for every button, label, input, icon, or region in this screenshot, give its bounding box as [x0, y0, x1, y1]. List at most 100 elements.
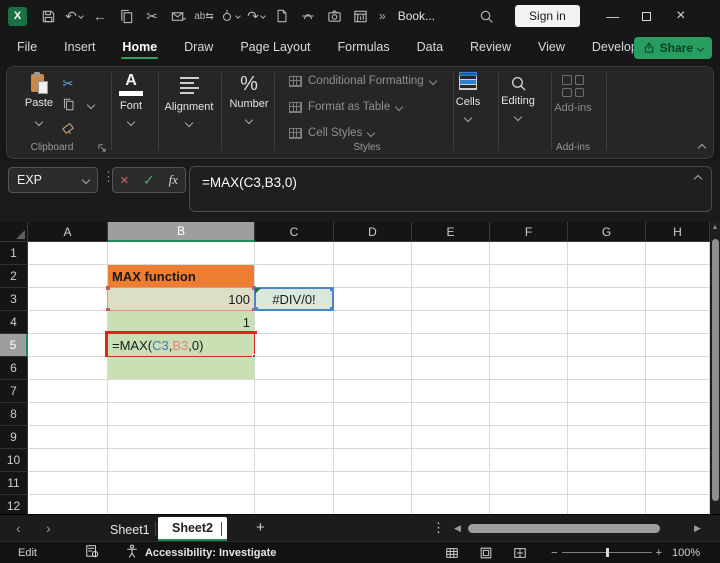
cell-G1[interactable]: [568, 242, 646, 265]
cell-G4[interactable]: [568, 311, 646, 334]
column-header-F[interactable]: F: [490, 222, 568, 242]
cell-D8[interactable]: [334, 403, 412, 426]
tab-home[interactable]: Home: [121, 36, 158, 61]
row-header-10[interactable]: 10: [0, 449, 28, 472]
cell-A1[interactable]: [28, 242, 108, 265]
tab-page-layout[interactable]: Page Layout: [239, 36, 311, 61]
add-sheet-button[interactable]: +: [256, 519, 265, 536]
sign-in-button[interactable]: Sign in: [515, 5, 580, 27]
format-painter-icon[interactable]: [59, 119, 77, 137]
column-header-A[interactable]: A: [28, 222, 108, 242]
name-box-chevron[interactable]: [81, 175, 91, 185]
cell-B4[interactable]: 1: [108, 311, 255, 334]
enter-icon[interactable]: ✓: [143, 172, 155, 189]
cell-G8[interactable]: [568, 403, 646, 426]
undo-icon[interactable]: ↶: [61, 3, 87, 29]
cell-E1[interactable]: [412, 242, 490, 265]
cell-F4[interactable]: [490, 311, 568, 334]
row-header-5[interactable]: 5: [0, 334, 28, 357]
cell-E4[interactable]: [412, 311, 490, 334]
cell-F7[interactable]: [490, 380, 568, 403]
cell-G3[interactable]: [568, 288, 646, 311]
column-header-H[interactable]: H: [646, 222, 710, 242]
cell-D3[interactable]: [334, 288, 412, 311]
new-document-icon[interactable]: [269, 3, 295, 29]
hscroll-right-arrow[interactable]: ▶: [694, 523, 701, 534]
cell-B2[interactable]: MAX function: [108, 265, 255, 288]
zoom-level[interactable]: 100%: [672, 547, 706, 559]
cell-G5[interactable]: [568, 334, 646, 357]
tab-data[interactable]: Data: [416, 36, 444, 61]
redo-icon[interactable]: ↷: [243, 3, 269, 29]
cell-E11[interactable]: [412, 472, 490, 495]
tab-view[interactable]: View: [537, 36, 566, 61]
cell-D4[interactable]: [334, 311, 412, 334]
hscroll-left-arrow[interactable]: ◀: [454, 523, 461, 534]
sheet-tab-sheet2[interactable]: Sheet2: [158, 517, 227, 542]
cell-C6[interactable]: [255, 357, 334, 380]
cell-F11[interactable]: [490, 472, 568, 495]
tab-review[interactable]: Review: [469, 36, 512, 61]
cell-A8[interactable]: [28, 403, 108, 426]
accessibility-icon[interactable]: [125, 544, 139, 561]
row-header-2[interactable]: 2: [0, 265, 28, 288]
cell-F6[interactable]: [490, 357, 568, 380]
name-box[interactable]: EXP: [8, 167, 98, 193]
back-arrow-icon[interactable]: ←: [87, 3, 113, 29]
cell-A4[interactable]: [28, 311, 108, 334]
vertical-scrollbar[interactable]: ▲: [710, 222, 720, 514]
cell-E8[interactable]: [412, 403, 490, 426]
touch-mode-icon[interactable]: [217, 3, 243, 29]
cell-D11[interactable]: [334, 472, 412, 495]
column-header-C[interactable]: C: [255, 222, 334, 242]
cell-H5[interactable]: [646, 334, 710, 357]
cell-C1[interactable]: [255, 242, 334, 265]
cell-E7[interactable]: [412, 380, 490, 403]
workbook-statistics-icon[interactable]: [347, 3, 373, 29]
cell-C5[interactable]: [255, 334, 334, 357]
cell-C4[interactable]: [255, 311, 334, 334]
mail-send-icon[interactable]: [165, 3, 191, 29]
cell-E10[interactable]: [412, 449, 490, 472]
cell-D5[interactable]: [334, 334, 412, 357]
row-header-7[interactable]: 7: [0, 380, 28, 403]
cell-F1[interactable]: [490, 242, 568, 265]
cell-E2[interactable]: [412, 265, 490, 288]
sheet-nav-prev-icon[interactable]: ‹: [16, 520, 21, 536]
cell-D10[interactable]: [334, 449, 412, 472]
cell-A6[interactable]: [28, 357, 108, 380]
draw-strike-icon[interactable]: [295, 3, 321, 29]
maximize-button[interactable]: [630, 3, 664, 29]
cell-H8[interactable]: [646, 403, 710, 426]
scroll-up-arrow[interactable]: ▲: [710, 224, 720, 231]
cell-G2[interactable]: [568, 265, 646, 288]
cell-E5[interactable]: [412, 334, 490, 357]
paste-button[interactable]: Paste: [21, 72, 57, 130]
cut-icon[interactable]: ✂: [139, 3, 165, 29]
toolbar-overflow[interactable]: »: [379, 9, 386, 23]
row-header-1[interactable]: 1: [0, 242, 28, 265]
cell-H9[interactable]: [646, 426, 710, 449]
tab-file[interactable]: File: [16, 36, 38, 61]
macro-record-icon[interactable]: [85, 544, 99, 561]
cell-B8[interactable]: [108, 403, 255, 426]
cell-F10[interactable]: [490, 449, 568, 472]
cell-H1[interactable]: [646, 242, 710, 265]
save-icon[interactable]: [35, 3, 61, 29]
cut-icon[interactable]: ✂: [59, 75, 77, 93]
cell-F9[interactable]: [490, 426, 568, 449]
number-button[interactable]: % Number: [221, 73, 277, 128]
cell-H2[interactable]: [646, 265, 710, 288]
minimize-button[interactable]: ―: [596, 3, 630, 29]
row-header-9[interactable]: 9: [0, 426, 28, 449]
cell-E6[interactable]: [412, 357, 490, 380]
cell-C11[interactable]: [255, 472, 334, 495]
vertical-scroll-thumb[interactable]: [711, 239, 719, 501]
clipboard-dialog-launcher-icon[interactable]: [93, 139, 111, 157]
camera-icon[interactable]: [321, 3, 347, 29]
cell-D6[interactable]: [334, 357, 412, 380]
sheet-nav-next-icon[interactable]: ›: [46, 520, 51, 536]
row-header-8[interactable]: 8: [0, 403, 28, 426]
insert-function-icon[interactable]: fx: [169, 172, 178, 188]
column-header-E[interactable]: E: [412, 222, 490, 242]
